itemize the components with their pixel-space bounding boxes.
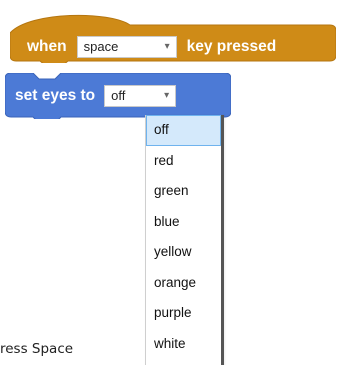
code-canvas: when space ▾ key pressed set eyes to off… <box>0 0 345 365</box>
chevron-down-icon: ▾ <box>164 41 170 52</box>
menu-item-off[interactable]: off <box>146 115 221 146</box>
when-key-pressed-block[interactable]: when space ▾ key pressed <box>10 11 336 63</box>
menu-item-white[interactable]: white <box>146 329 224 360</box>
key-dropdown-value: space <box>83 39 119 54</box>
when-label: when <box>27 37 67 55</box>
menu-item-red[interactable]: red <box>146 146 224 177</box>
key-pressed-label: key pressed <box>186 37 277 55</box>
chevron-down-icon: ▾ <box>164 90 170 101</box>
set-block-content: set eyes to off ▾ <box>15 83 177 108</box>
menu-item-yellow[interactable]: yellow <box>146 237 224 268</box>
eyes-dropdown-value: off <box>111 88 126 103</box>
eyes-dropdown[interactable]: off ▾ <box>104 84 177 107</box>
eyes-dropdown-menu[interactable]: off red green blue yellow orange purple … <box>145 115 224 365</box>
hat-block-content: when space ▾ key pressed <box>27 34 276 59</box>
menu-item-orange[interactable]: orange <box>146 268 224 299</box>
menu-item-purple[interactable]: purple <box>146 298 224 329</box>
menu-item-green[interactable]: green <box>146 176 224 207</box>
menu-scrollbar[interactable] <box>221 115 224 365</box>
menu-item-blue[interactable]: blue <box>146 207 224 238</box>
key-dropdown[interactable]: space ▾ <box>76 35 177 58</box>
instruction-text: ress Space <box>0 341 74 357</box>
set-eyes-block[interactable]: set eyes to off ▾ <box>5 73 231 119</box>
set-eyes-label: set eyes to <box>15 86 96 104</box>
